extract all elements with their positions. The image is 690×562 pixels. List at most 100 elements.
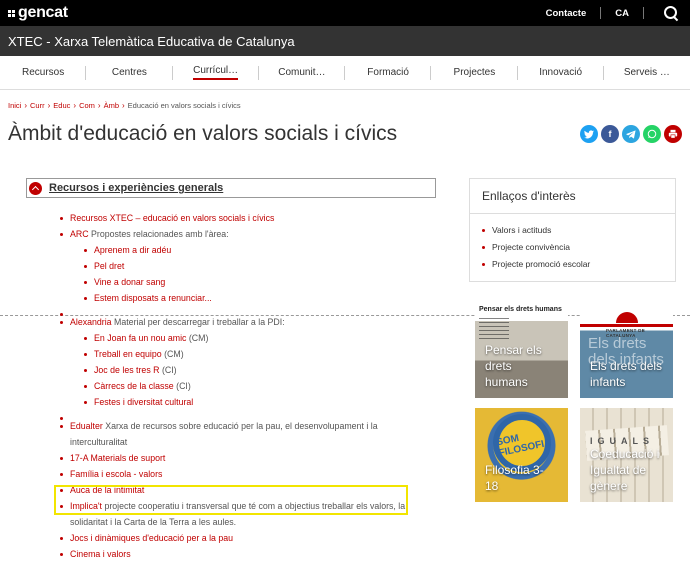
breadcrumb: Inici › Curr › Educ › Com › Àmb › Educació en… [0, 94, 690, 116]
resource-link[interactable]: 17-A Materials de suport [70, 453, 165, 463]
sub-list: Aprenem a dir adéu Pel dret Vine a donar… [70, 242, 436, 306]
list-item: Valors i actituds [482, 222, 663, 239]
list-item: Alexandria Material per descarregar i tr… [60, 314, 436, 410]
nav-item-centres[interactable]: Centres [86, 56, 173, 89]
gencat-logo-text: gencat [18, 4, 68, 21]
breadcrumb-item[interactable]: Curr [30, 101, 45, 110]
gencat-logo-icon [8, 9, 16, 17]
level-tag: (CI) [159, 365, 177, 375]
links-title: Enllaços d'interès [482, 189, 576, 203]
spacer [60, 410, 436, 420]
tile-drets-humans[interactable]: Pensar els drets humans Pensar els drets… [475, 304, 568, 398]
whatsapp-icon[interactable] [643, 125, 661, 143]
interest-link[interactable]: Projecte convivència [492, 242, 570, 252]
breadcrumb-separator-icon: › [97, 100, 101, 110]
resource-link[interactable]: ARC [70, 229, 89, 239]
list-item: Vine a donar sang [84, 274, 436, 290]
list-item: ARC Propostes relacionades amb l'àrea: A… [60, 226, 436, 306]
nav-item-serveis[interactable]: Serveis … [604, 56, 690, 89]
resource-link[interactable]: Treball en equipo [94, 349, 162, 359]
divider [470, 213, 675, 214]
resource-link[interactable]: Vine a donar sang [94, 277, 165, 287]
share-buttons: f [580, 125, 682, 143]
resource-link[interactable]: Jocs i dinàmiques d'educació per a la pa… [70, 533, 233, 543]
sidebar: Enllaços d'interès Valors i actituds Pro… [469, 178, 676, 502]
level-tag: (CM) [161, 349, 184, 359]
tile-coeducacio[interactable]: IGUALS Coeducació i Igualtat de gènere [580, 408, 673, 502]
spacer [60, 306, 436, 316]
resource-link[interactable]: Recursos XTEC – educació en valors socia… [70, 213, 274, 223]
list-item: Família i escola - valors [60, 466, 436, 482]
nav-item-curriculum[interactable]: Currícul… [173, 56, 260, 89]
language-selector[interactable]: CA [615, 8, 629, 19]
tile-image-header: Pensar els drets humans [479, 306, 562, 313]
title-row: Àmbit d'educació en valors socials i cív… [0, 116, 690, 152]
facebook-icon[interactable]: f [601, 125, 619, 143]
list-item: Aprenem a dir adéu [84, 242, 436, 258]
tile-label: Coeducació i Igualtat de gènere [590, 447, 660, 493]
top-bar-actions: Contacte CA [546, 6, 678, 20]
resource-link[interactable]: Joc de les tres R [94, 365, 160, 375]
telegram-icon[interactable] [622, 125, 640, 143]
divider [600, 7, 602, 19]
sub-list: En Joan fa un nou amic (CM) Treball en e… [70, 330, 436, 410]
breadcrumb-separator-icon: › [122, 100, 125, 110]
resource-link[interactable]: Càrrecs de la classe [94, 381, 174, 391]
resource-link[interactable]: Festes i diversitat cultural [94, 397, 193, 407]
resource-link[interactable]: Alexandria [70, 317, 112, 327]
interest-link[interactable]: Projecte promoció escolar [492, 259, 590, 269]
resource-link[interactable]: Família i escola - valors [70, 469, 162, 479]
promo-tiles: Pensar els drets humans Pensar els drets… [475, 304, 676, 502]
list-item: Jocs i dinàmiques d'educació per a la pa… [60, 530, 436, 546]
breadcrumb-item[interactable]: Educ [53, 101, 70, 110]
level-tag: (CI) [173, 381, 191, 391]
resource-description: Propostes relacionades amb l'àrea: [88, 229, 229, 239]
links-box: Enllaços d'interès Valors i actituds Pro… [469, 178, 676, 282]
links-list: Valors i actituds Projecte convivència P… [482, 222, 663, 273]
resource-description: Material per descarregar i treballar a l… [111, 317, 285, 327]
resource-link[interactable]: Edualter [70, 421, 103, 431]
resource-link[interactable]: Estem disposats a renunciar... [94, 293, 212, 303]
list-item: Càrrecs de la classe (CI) [84, 378, 436, 394]
nav-item-projectes[interactable]: Projectes [431, 56, 518, 89]
list-item: Cinema i valors [60, 546, 436, 562]
breadcrumb-item[interactable]: Com [79, 101, 95, 110]
resource-link[interactable]: Pel dret [94, 261, 124, 271]
divider [643, 7, 644, 19]
contact-link[interactable]: Contacte [546, 8, 587, 19]
breadcrumb-separator-icon: › [47, 100, 51, 110]
list-item: Projecte convivència [482, 239, 663, 256]
list-item: En Joan fa un nou amic (CM) [84, 330, 436, 346]
nav-item-formacio[interactable]: Formació [345, 56, 432, 89]
search-icon[interactable] [664, 6, 678, 20]
chevron-up-icon[interactable] [29, 181, 42, 195]
breadcrumb-current: Educació en valors socials i cívics [127, 100, 241, 110]
nav-item-recursos[interactable]: Recursos [0, 56, 87, 89]
main-content: Recursos i experiències generals Recurso… [0, 178, 690, 559]
tile-image-text: IGUALS [590, 436, 655, 446]
top-bar: gencat Contacte CA [0, 0, 690, 26]
site-title[interactable]: XTEC - Xarxa Telemàtica Educativa de Cat… [8, 34, 295, 49]
gencat-logo[interactable]: gencat [8, 4, 68, 22]
tile-filosofia[interactable]: SOM FILOSOFIA Filosofia 3-18 [475, 408, 568, 502]
page-title: Àmbit d'educació en valors socials i cív… [8, 122, 398, 145]
level-tag: (CM) [186, 333, 209, 343]
parliament-logo-icon [616, 312, 638, 323]
interest-link[interactable]: Valors i actituds [492, 225, 551, 235]
twitter-icon[interactable] [580, 125, 598, 143]
tile-image-text-icon [479, 318, 509, 342]
site-header: XTEC - Xarxa Telemàtica Educativa de Cat… [0, 26, 690, 56]
breadcrumb-item[interactable]: Àmb [104, 101, 119, 110]
nav-item-innovacio[interactable]: Innovació [518, 56, 605, 89]
nav-item-comunitat[interactable]: Comunit… [259, 56, 346, 89]
resource-link[interactable]: En Joan fa un nou amic [94, 333, 186, 343]
list-item: Projecte promoció escolar [482, 256, 663, 273]
section-title[interactable]: Recursos i experiències generals [49, 182, 223, 194]
breadcrumb-separator-icon: › [73, 100, 77, 110]
tile-drets-infants[interactable]: PARLAMENT DE CATALUNYA Els drets dels in… [580, 304, 673, 398]
print-icon[interactable] [664, 125, 682, 143]
tile-label: Els drets dels infants [590, 359, 663, 389]
resource-link[interactable]: Aprenem a dir adéu [94, 245, 171, 255]
accordion-header[interactable]: Recursos i experiències generals [26, 178, 436, 198]
breadcrumb-item[interactable]: Inici [8, 101, 21, 110]
